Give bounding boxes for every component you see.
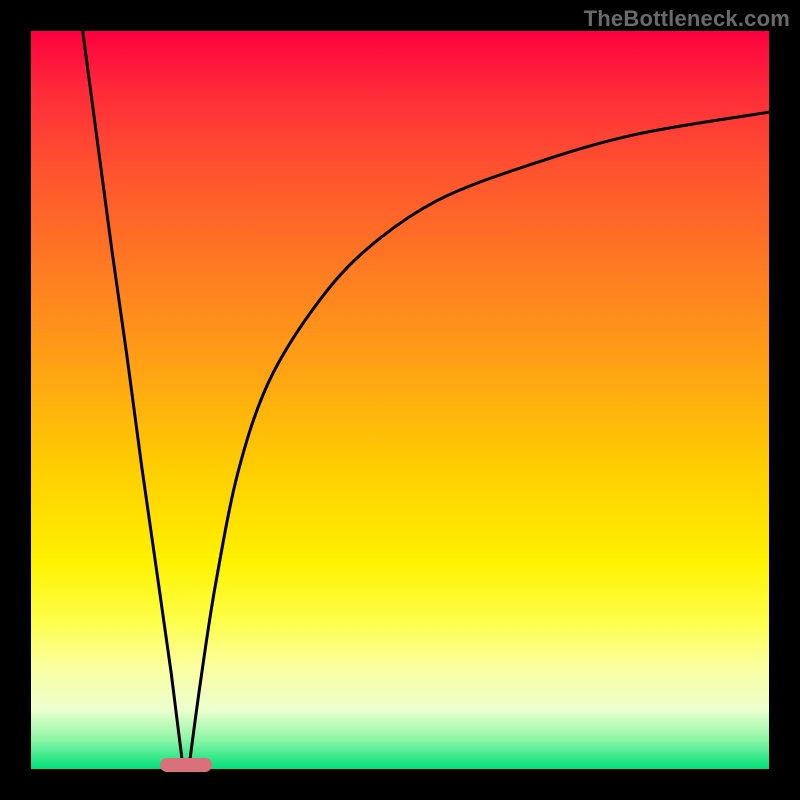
chart-frame: TheBottleneck.com <box>0 0 800 800</box>
curve-left-branch <box>83 31 183 762</box>
curve-right-branch <box>190 112 769 761</box>
plot-area <box>31 31 769 769</box>
watermark-text: TheBottleneck.com <box>584 6 790 32</box>
bottleneck-curve <box>31 31 769 769</box>
bottleneck-marker <box>160 758 212 772</box>
